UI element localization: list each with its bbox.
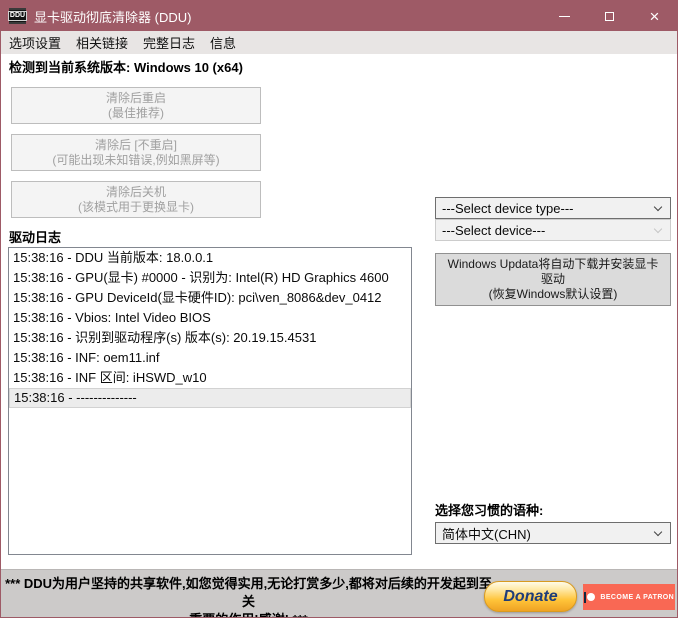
language-select[interactable]: 简体中文(CHN): [435, 522, 671, 544]
device-type-select-value: ---Select device type---: [442, 201, 573, 216]
donation-message-line2: 重要的作用!感谢! ***: [1, 611, 496, 618]
maximize-icon: [605, 12, 614, 21]
donation-message-line1: *** DDU为用户坚持的共享软件,如您觉得实用,无论打赏多少,都将对后续的开发…: [1, 575, 496, 611]
windows-update-button-subtext: (恢复Windows默认设置): [489, 287, 618, 302]
windows-update-button-text: Windows Updata将自动下载并安装显卡驱动: [446, 257, 660, 287]
chevron-down-icon: [654, 203, 662, 211]
clean-restart-sublabel: (最佳推荐): [108, 106, 164, 121]
language-select-value: 简体中文(CHN): [442, 524, 531, 543]
patreon-button-label: BECOME A PATRON: [600, 594, 674, 601]
window-title: 显卡驱动彻底清除器 (DDU): [34, 7, 542, 26]
window-controls: ×: [542, 1, 677, 31]
menubar: 选项设置 相关链接 完整日志 信息: [1, 31, 677, 54]
clean-restart-label: 清除后重启: [106, 91, 166, 106]
donation-message: *** DDU为用户坚持的共享软件,如您觉得实用,无论打赏多少,都将对后续的开发…: [1, 575, 496, 618]
log-entry[interactable]: 15:38:16 - DDU 当前版本: 18.0.0.1: [9, 248, 411, 268]
log-entry[interactable]: 15:38:16 - GPU DeviceId(显卡硬件ID): pci\ven…: [9, 288, 411, 308]
clean-no-restart-sublabel: (可能出现未知错误,例如黑屏等): [52, 153, 219, 168]
windows-update-button[interactable]: Windows Updata将自动下载并安装显卡驱动 (恢复Windows默认设…: [435, 253, 671, 306]
menu-item-full-log[interactable]: 完整日志: [143, 33, 195, 52]
titlebar: DDU 显卡驱动彻底清除器 (DDU) ×: [1, 1, 677, 31]
donate-button[interactable]: Donate: [484, 581, 577, 612]
app-window: DDU 显卡驱动彻底清除器 (DDU) × 选项设置 相关链接 完整日志 信息 …: [0, 0, 678, 618]
clean-no-restart-label: 清除后 [不重启]: [95, 138, 177, 153]
clean-shutdown-label: 清除后关机: [106, 185, 166, 200]
patreon-icon: [584, 592, 596, 603]
menu-item-links[interactable]: 相关链接: [76, 33, 128, 52]
menu-item-options[interactable]: 选项设置: [9, 33, 61, 52]
device-type-select[interactable]: ---Select device type---: [435, 197, 671, 219]
clean-no-restart-button[interactable]: 清除后 [不重启] (可能出现未知错误,例如黑屏等): [11, 134, 261, 171]
log-entry[interactable]: 15:38:16 - INF: oem11.inf: [9, 348, 411, 368]
language-label: 选择您习惯的语种:: [435, 500, 543, 519]
device-select-value: ---Select device---: [442, 223, 545, 238]
clean-shutdown-sublabel: (该模式用于更换显卡): [78, 200, 194, 215]
menu-item-info[interactable]: 信息: [210, 33, 236, 52]
close-icon: ×: [650, 8, 660, 25]
device-select[interactable]: ---Select device---: [435, 219, 671, 241]
donate-button-label: Donate: [503, 588, 557, 606]
footer-bar: *** DDU为用户坚持的共享软件,如您觉得实用,无论打赏多少,都将对后续的开发…: [1, 569, 677, 617]
clean-restart-button[interactable]: 清除后重启 (最佳推荐): [11, 87, 261, 124]
driver-log-title: 驱动日志: [9, 227, 61, 246]
chevron-down-icon: [654, 225, 662, 233]
maximize-button[interactable]: [587, 1, 632, 31]
clean-shutdown-button[interactable]: 清除后关机 (该模式用于更换显卡): [11, 181, 261, 218]
log-entry[interactable]: 15:38:16 - GPU(显卡) #0000 - 识别为: Intel(R)…: [9, 268, 411, 288]
log-entry[interactable]: 15:38:16 - 识别到驱动程序(s) 版本(s): 20.19.15.45…: [9, 328, 411, 348]
log-entry[interactable]: 15:38:16 - INF 区间: iHSWD_w10: [9, 368, 411, 388]
app-icon: DDU: [9, 8, 26, 24]
close-button[interactable]: ×: [632, 1, 677, 31]
app-icon-text: DDU: [8, 11, 27, 21]
minimize-icon: [559, 16, 570, 17]
log-entry[interactable]: 15:38:16 - Vbios: Intel Video BIOS: [9, 308, 411, 328]
patreon-button[interactable]: BECOME A PATRON: [583, 584, 675, 610]
minimize-button[interactable]: [542, 1, 587, 31]
detected-os-text: 检测到当前系统版本: Windows 10 (x64): [9, 57, 243, 76]
driver-log-list[interactable]: 15:38:16 - DDU 当前版本: 18.0.0.1 15:38:16 -…: [8, 247, 412, 555]
chevron-down-icon: [654, 528, 662, 536]
log-entry-selected[interactable]: 15:38:16 - --------------: [9, 388, 411, 408]
